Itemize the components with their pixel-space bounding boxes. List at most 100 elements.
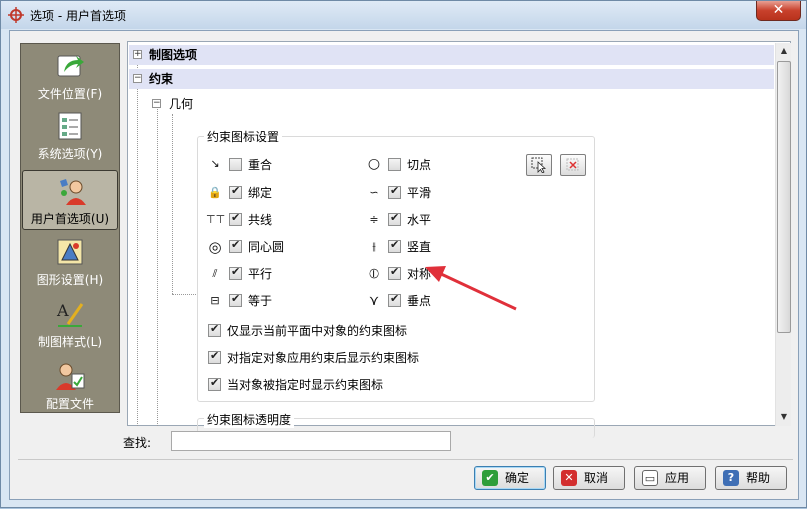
scroll-thumb[interactable] bbox=[777, 61, 791, 333]
nav-item-graphics-settings[interactable]: 图形设置(H) bbox=[21, 232, 119, 292]
option-checkbox-current-plane[interactable] bbox=[208, 322, 221, 337]
perpendicular-point-label: 垂点 bbox=[407, 294, 432, 308]
nav-item-system-options[interactable]: 系统选项(Y) bbox=[21, 106, 119, 166]
help-icon: ? bbox=[723, 470, 739, 486]
parallel-label: 平行 bbox=[248, 267, 273, 281]
option-checkbox-when-selected[interactable] bbox=[208, 376, 221, 391]
nav-item-profile[interactable]: 配置文件 bbox=[21, 356, 119, 416]
nav-item-file-locations[interactable]: 文件位置(F) bbox=[21, 46, 119, 106]
scroll-down-icon[interactable]: ▼ bbox=[776, 409, 792, 425]
user-preferences-icon bbox=[60, 179, 86, 205]
vertical-icon: ⫲ bbox=[372, 240, 376, 253]
equal-length-checkbox[interactable] bbox=[229, 292, 242, 307]
nav-item-user-preferences[interactable]: 用户首选项(U) bbox=[22, 170, 118, 230]
clear-selection-icon bbox=[566, 158, 579, 171]
close-icon: ✕ bbox=[561, 470, 577, 486]
tree-node-label: 约束 bbox=[149, 72, 174, 86]
cancel-label: 取消 bbox=[584, 471, 609, 485]
cursor-select-icon bbox=[531, 157, 547, 174]
category-sidebar: 文件位置(F) 系统选项(Y) 用户首选项(U) 图形设置(H) A 制图样式(… bbox=[20, 43, 120, 413]
checklist-icon bbox=[58, 112, 82, 140]
collapse-icon[interactable]: − bbox=[133, 74, 142, 83]
symmetric-label: 对称 bbox=[407, 267, 432, 281]
drafting-style-icon: A bbox=[56, 301, 84, 327]
apply-label: 应用 bbox=[665, 471, 690, 485]
nav-label: 文件位置(F) bbox=[37, 87, 103, 101]
concentric-checkbox[interactable] bbox=[229, 238, 242, 253]
tree-connector bbox=[172, 294, 196, 295]
options-dialog: 选项 - 用户首选项 ✕ 文件位置(F) 系统选项(Y) 用户首选项(U) 图形… bbox=[0, 0, 807, 508]
tree-node-constraints[interactable]: − 约束 bbox=[129, 69, 774, 89]
collapse-icon[interactable]: − bbox=[152, 99, 161, 108]
ok-label: 确定 bbox=[505, 471, 530, 485]
svg-text:A: A bbox=[56, 301, 69, 320]
settings-tree-panel: + 制图选项 − 约束 − 几何 约束图标设置 ↘ 重合 🔒 绑定 bbox=[127, 41, 791, 438]
dialog-body: 文件位置(F) 系统选项(Y) 用户首选项(U) 图形设置(H) A 制图样式(… bbox=[9, 30, 799, 500]
tree-connector bbox=[137, 56, 138, 426]
folder-arrow-icon bbox=[57, 55, 84, 77]
vertical-checkbox[interactable] bbox=[388, 238, 401, 253]
coincident-icon: ↘ bbox=[210, 157, 220, 170]
smooth-icon: ∽ bbox=[369, 186, 379, 199]
equal-length-icon: ⊟ bbox=[210, 294, 220, 307]
lock-icon: 🔒 bbox=[208, 186, 222, 199]
help-button[interactable]: ? 帮助 bbox=[715, 466, 787, 490]
smooth-checkbox[interactable] bbox=[388, 184, 401, 199]
perpendicular-point-checkbox[interactable] bbox=[388, 292, 401, 307]
tree-node-drafting-options[interactable]: + 制图选项 bbox=[129, 45, 774, 65]
ok-button[interactable]: ✔ 确定 bbox=[474, 466, 546, 490]
option-label: 当对象被指定时显示约束图标 bbox=[227, 378, 384, 392]
vertical-label: 竖直 bbox=[407, 240, 432, 254]
nav-label: 图形设置(H) bbox=[36, 273, 104, 287]
clear-all-button[interactable] bbox=[560, 154, 586, 176]
expand-icon[interactable]: + bbox=[133, 50, 142, 59]
collinear-checkbox[interactable] bbox=[229, 211, 242, 226]
nav-label: 系统选项(Y) bbox=[37, 147, 103, 161]
select-all-button[interactable] bbox=[526, 154, 552, 176]
nav-label: 制图样式(L) bbox=[37, 335, 103, 349]
parallel-icon: ⫽ bbox=[212, 267, 218, 280]
tree-node-geometry[interactable]: − 几何 bbox=[152, 94, 252, 114]
tree-connector bbox=[172, 114, 173, 294]
equal-length-label: 等于 bbox=[248, 294, 273, 308]
collinear-label: 共线 bbox=[248, 213, 273, 227]
smooth-label: 平滑 bbox=[407, 186, 432, 200]
scroll-up-icon[interactable]: ▲ bbox=[776, 43, 792, 59]
bound-checkbox[interactable] bbox=[229, 184, 242, 199]
vertical-scrollbar[interactable]: ▲ ▼ bbox=[775, 43, 791, 426]
find-input[interactable] bbox=[171, 431, 451, 451]
symmetric-checkbox[interactable] bbox=[388, 265, 401, 280]
find-label: 查找: bbox=[123, 436, 152, 450]
tree-connector bbox=[157, 104, 158, 426]
option-label: 对指定对象应用约束后显示约束图标 bbox=[227, 351, 420, 365]
tangent-checkbox[interactable] bbox=[388, 158, 401, 171]
divider bbox=[18, 459, 793, 460]
tangent-icon: ○ bbox=[367, 156, 381, 172]
symmetric-icon: ⦶ bbox=[368, 266, 380, 282]
concentric-label: 同心圆 bbox=[248, 240, 285, 254]
app-icon bbox=[8, 7, 24, 23]
nav-label: 用户首选项(U) bbox=[30, 212, 110, 226]
nav-item-drafting-style[interactable]: A 制图样式(L) bbox=[21, 294, 119, 354]
coincident-label: 重合 bbox=[248, 158, 273, 172]
parallel-checkbox[interactable] bbox=[229, 265, 242, 280]
tangent-label: 切点 bbox=[407, 158, 432, 172]
title-bar[interactable]: 选项 - 用户首选项 ✕ bbox=[1, 1, 806, 29]
tree-node-label: 几何 bbox=[169, 97, 194, 111]
cancel-button[interactable]: ✕ 取消 bbox=[553, 466, 625, 490]
option-checkbox-after-apply[interactable] bbox=[208, 349, 221, 364]
help-label: 帮助 bbox=[746, 471, 771, 485]
collinear-icon: ⊤⊤ bbox=[206, 213, 226, 226]
constraint-icon-settings-group: 约束图标设置 ↘ 重合 🔒 绑定 ⊤⊤ 共线 ◎ 同心圆 ⫽ 平行 ⊟ 等于 bbox=[197, 128, 595, 402]
graphics-settings-icon bbox=[57, 239, 83, 265]
nav-label: 配置文件 bbox=[45, 397, 94, 411]
bound-label: 绑定 bbox=[248, 186, 273, 200]
close-button[interactable]: ✕ bbox=[756, 1, 801, 21]
coincident-checkbox[interactable] bbox=[229, 158, 242, 171]
horizontal-label: 水平 bbox=[407, 213, 432, 227]
apply-button[interactable]: ▭ 应用 bbox=[634, 466, 706, 490]
profile-icon bbox=[56, 363, 85, 390]
concentric-icon: ◎ bbox=[208, 238, 222, 256]
horizontal-checkbox[interactable] bbox=[388, 211, 401, 226]
group-title: 约束图标设置 bbox=[204, 128, 283, 145]
